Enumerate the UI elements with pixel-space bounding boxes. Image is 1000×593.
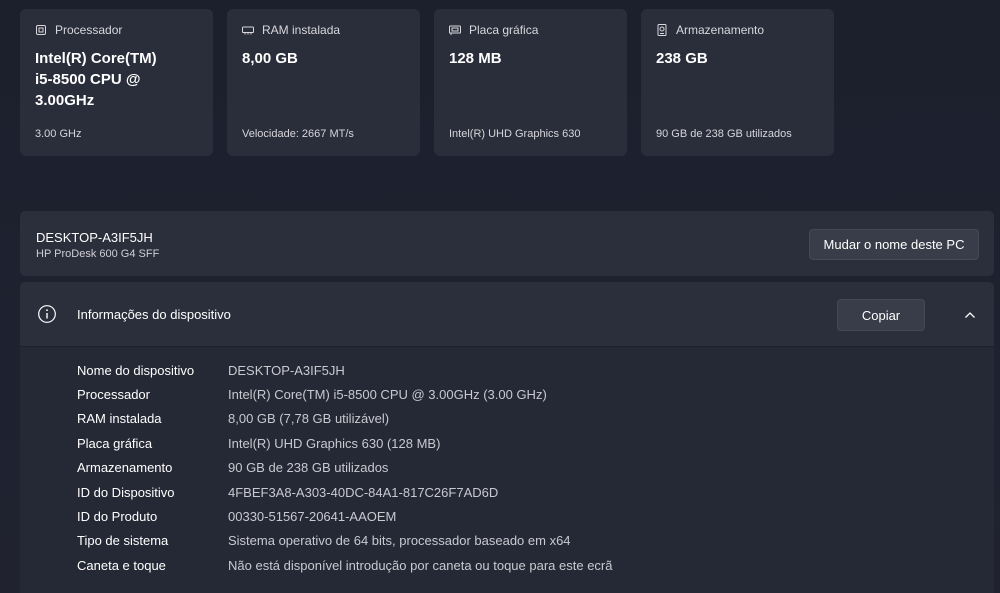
info-row-value: Intel(R) UHD Graphics 630 (128 MB) (228, 435, 441, 451)
info-row-label: Caneta e toque (77, 557, 166, 573)
info-row-value: DESKTOP-A3IF5JH (228, 362, 345, 378)
card-value-line: 3.00GHz (35, 92, 95, 109)
card-title: Armazenamento (676, 23, 765, 37)
info-row-label: Tipo de sistema (77, 533, 169, 549)
card-value-line: i5-8500 CPU @ (35, 71, 141, 88)
card-value-line: 128 MB (449, 50, 502, 67)
card-subtitle: Intel(R) UHD Graphics 630 (449, 128, 581, 140)
info-row: Nome do dispositivo DESKTOP-A3IF5JH (77, 358, 612, 382)
info-row: Armazenamento 90 GB de 238 GB utilizados (77, 456, 612, 480)
info-row-label: Processador (77, 387, 150, 403)
info-row-value: Não está disponível introdução por canet… (228, 557, 613, 573)
info-row-label: Armazenamento (77, 460, 173, 476)
card-title: RAM instalada (262, 23, 341, 37)
info-row-value: 8,00 GB (7,78 GB utilizável) (228, 411, 390, 427)
device-info-header[interactable]: Informações do dispositivo Copiar (20, 282, 994, 347)
copy-button[interactable]: Copiar (837, 299, 925, 331)
card-subtitle: 90 GB de 238 GB utilizados (656, 128, 792, 140)
info-row-label: ID do Dispositivo (77, 484, 175, 500)
info-row: ID do Dispositivo 4FBEF3A8-A303-40DC-84A… (77, 480, 612, 504)
storage-card: Armazenamento 238 GB 90 GB de 238 GB uti… (641, 9, 834, 156)
info-row: RAM instalada 8,00 GB (7,78 GB utilizáve… (77, 407, 612, 431)
info-row: Placa gráfica Intel(R) UHD Graphics 630 … (77, 431, 612, 455)
processor-card: Processador Intel(R) Core(TM) i5-8500 CP… (20, 9, 213, 156)
info-row: Processador Intel(R) Core(TM) i5-8500 CP… (77, 382, 612, 406)
card-value: 238 GB (656, 48, 819, 69)
info-row-value: Sistema operativo de 64 bits, processado… (228, 533, 571, 549)
device-info-title: Informações do dispositivo (77, 307, 231, 322)
card-value-line: 8,00 GB (242, 50, 298, 67)
info-row: ID do Produto 00330-51567-20641-AAOEM (77, 504, 612, 528)
pc-name: DESKTOP-A3IF5JH (36, 230, 153, 245)
card-subtitle: 3.00 GHz (35, 128, 82, 140)
ram-card: RAM instalada 8,00 GB Velocidade: 2667 M… (227, 9, 420, 156)
info-row: Caneta e toque Não está disponível intro… (77, 553, 612, 577)
card-value: 8,00 GB (242, 48, 405, 69)
info-row-label: RAM instalada (77, 411, 162, 427)
spec-cards: Processador Intel(R) Core(TM) i5-8500 CP… (20, 9, 834, 156)
card-subtitle: Velocidade: 2667 MT/s (242, 128, 354, 140)
info-row-label: ID do Produto (77, 509, 158, 525)
card-title: Placa gráfica (469, 23, 539, 37)
info-row-value: 4FBEF3A8-A303-40DC-84A1-817C26F7AD6D (228, 484, 499, 500)
pc-model: HP ProDesk 600 G4 SFF (36, 248, 160, 260)
device-info-rows: Nome do dispositivo DESKTOP-A3IF5JH Proc… (77, 358, 612, 578)
card-value: 128 MB (449, 48, 612, 69)
processor-icon (35, 24, 47, 36)
card-value-line: 238 GB (656, 50, 708, 67)
storage-icon (656, 24, 668, 36)
chevron-up-icon[interactable] (963, 308, 977, 322)
info-icon (37, 304, 57, 324)
device-info-panel: Informações do dispositivo Copiar Nome d… (20, 282, 994, 593)
info-row-value: 90 GB de 238 GB utilizados (228, 460, 389, 476)
card-value: Intel(R) Core(TM) i5-8500 CPU @ 3.00GHz (35, 48, 198, 111)
card-value-line: Intel(R) Core(TM) (35, 50, 157, 67)
card-title: Processador (55, 23, 123, 37)
pc-name-panel: DESKTOP-A3IF5JH HP ProDesk 600 G4 SFF Mu… (20, 211, 994, 276)
info-row-value: 00330-51567-20641-AAOEM (228, 509, 397, 525)
info-row-label: Placa gráfica (77, 435, 153, 451)
info-row-value: Intel(R) Core(TM) i5-8500 CPU @ 3.00GHz … (228, 387, 547, 403)
graphics-card: Placa gráfica 128 MB Intel(R) UHD Graphi… (434, 9, 627, 156)
info-row-label: Nome do dispositivo (77, 362, 195, 378)
graphics-card-icon (449, 24, 461, 36)
rename-pc-button[interactable]: Mudar o nome deste PC (809, 229, 979, 260)
info-row: Tipo de sistema Sistema operativo de 64 … (77, 529, 612, 553)
ram-icon (242, 24, 254, 36)
